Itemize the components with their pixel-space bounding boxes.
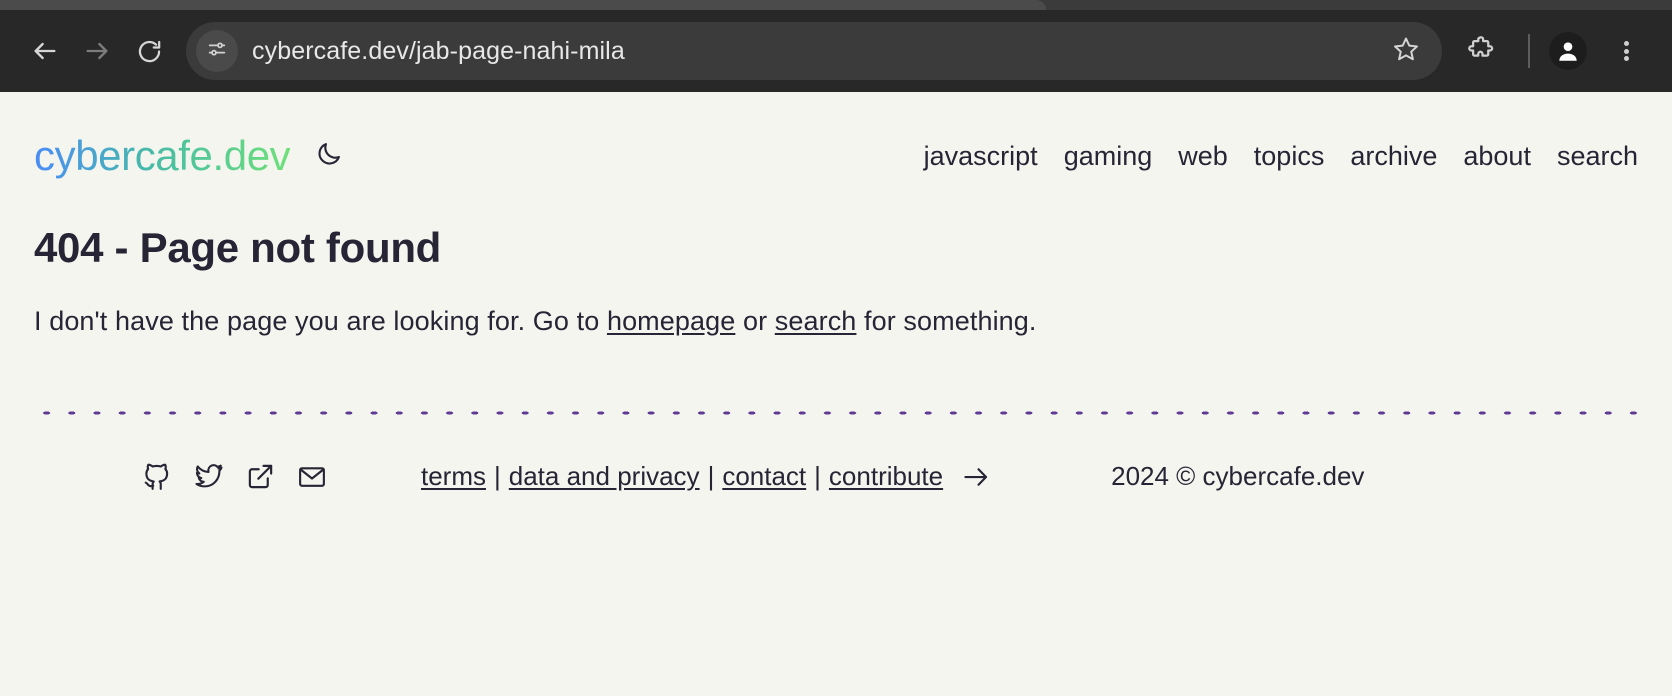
nav-item-topics[interactable]: topics	[1254, 141, 1325, 172]
site-footer: terms | data and privacy | contact | con…	[34, 461, 1638, 492]
theme-toggle-button[interactable]	[312, 139, 346, 173]
nav-item-gaming[interactable]: gaming	[1064, 141, 1153, 172]
github-icon[interactable]	[142, 462, 172, 492]
arrow-right-icon	[83, 37, 111, 65]
message-text-after: for something.	[856, 306, 1037, 336]
mail-icon[interactable]	[297, 462, 327, 492]
site-info-button[interactable]	[196, 30, 238, 72]
site-nav: javascript gaming web topics archive abo…	[924, 141, 1638, 172]
back-button[interactable]	[22, 28, 68, 74]
nav-item-about[interactable]: about	[1463, 141, 1531, 172]
homepage-link[interactable]: homepage	[607, 306, 735, 336]
message-text-middle: or	[735, 306, 775, 336]
page-title: 404 - Page not found	[34, 224, 442, 271]
footer-separator: |	[814, 461, 821, 491]
footer-separator: |	[494, 461, 501, 491]
browser-menu-button[interactable]	[1602, 27, 1650, 75]
moon-icon	[315, 140, 343, 173]
external-link-icon[interactable]	[246, 462, 275, 491]
footer-links: terms | data and privacy | contact | con…	[421, 461, 991, 492]
footer-link-contact[interactable]: contact	[722, 461, 806, 492]
not-found-message: I don't have the page you are looking fo…	[34, 306, 1638, 337]
browser-toolbar: cybercafe.dev/jab-page-nahi-mila	[0, 10, 1672, 92]
puzzle-piece-icon	[1465, 34, 1495, 69]
account-avatar-icon	[1549, 32, 1587, 70]
extensions-button[interactable]	[1456, 27, 1504, 75]
nav-item-archive[interactable]: archive	[1350, 141, 1437, 172]
copyright-text: 2024 © cybercafe.dev	[1111, 461, 1365, 491]
address-bar[interactable]: cybercafe.dev/jab-page-nahi-mila	[186, 22, 1442, 80]
site-logo[interactable]: cybercafe.dev	[34, 132, 291, 180]
brand-area: cybercafe.dev	[34, 132, 346, 180]
forward-button[interactable]	[74, 28, 120, 74]
twitter-icon[interactable]	[194, 462, 224, 492]
arrow-left-icon	[31, 37, 59, 65]
active-tab[interactable]	[0, 0, 1046, 10]
three-dots-vertical-icon	[1623, 39, 1629, 64]
arrow-right-icon	[961, 462, 991, 492]
nav-item-javascript[interactable]: javascript	[924, 141, 1038, 172]
bookmark-button[interactable]	[1384, 29, 1428, 73]
browser-chrome: cybercafe.dev/jab-page-nahi-mila	[0, 0, 1672, 92]
star-icon	[1392, 35, 1420, 68]
footer-link-data-and-privacy[interactable]: data and privacy	[509, 461, 700, 492]
footer-link-terms[interactable]: terms	[421, 461, 486, 492]
footer-link-contribute[interactable]: contribute	[829, 461, 943, 492]
site-header: cybercafe.dev javascript gaming web topi…	[34, 92, 1638, 180]
reload-icon	[136, 38, 163, 65]
nav-item-web[interactable]: web	[1178, 141, 1228, 172]
dotted-divider	[34, 407, 1638, 419]
profile-button[interactable]	[1544, 27, 1592, 75]
footer-separator: |	[707, 461, 715, 491]
nav-item-search[interactable]: search	[1557, 141, 1638, 172]
toolbar-divider	[1528, 34, 1530, 68]
tune-settings-icon	[206, 38, 228, 65]
tab-strip	[0, 0, 1672, 10]
search-link[interactable]: search	[775, 306, 857, 336]
url-text[interactable]: cybercafe.dev/jab-page-nahi-mila	[252, 37, 1384, 66]
message-text-before: I don't have the page you are looking fo…	[34, 306, 607, 336]
reload-button[interactable]	[126, 28, 172, 74]
social-links	[142, 462, 327, 492]
page-content: cybercafe.dev javascript gaming web topi…	[0, 92, 1672, 696]
